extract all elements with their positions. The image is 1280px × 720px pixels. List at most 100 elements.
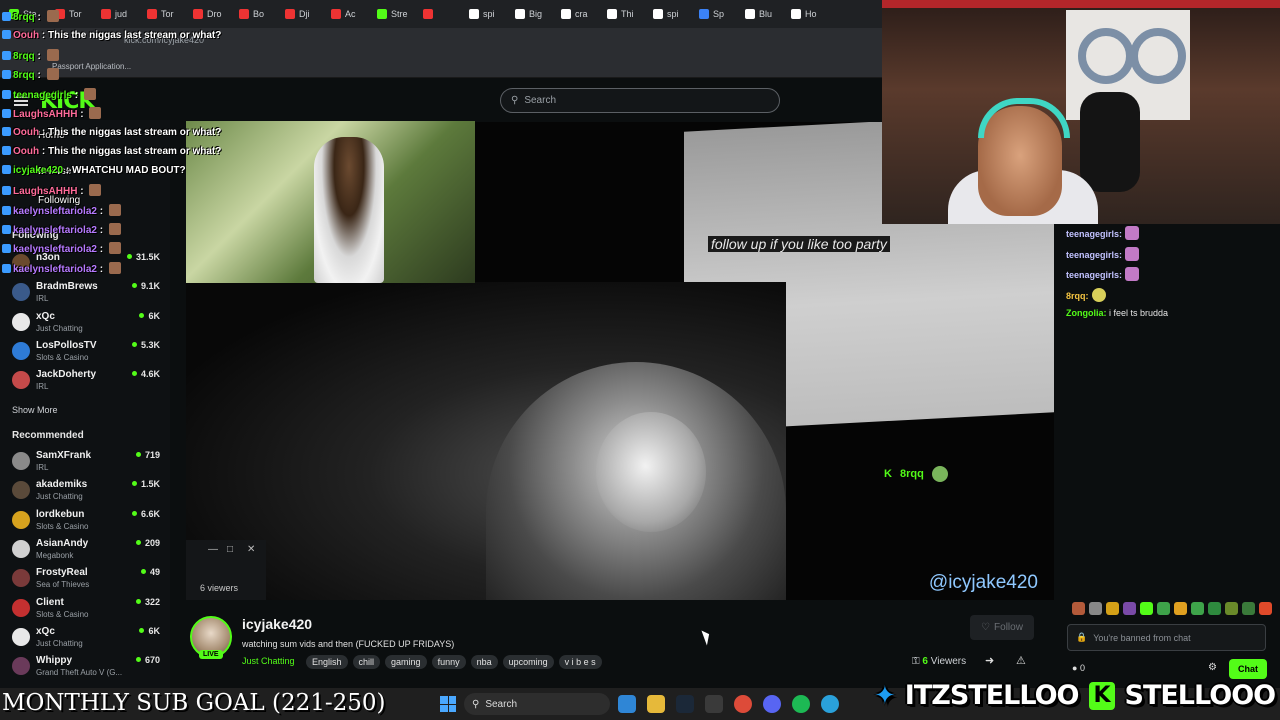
obs-icon[interactable]: [705, 695, 723, 713]
recommended-channel-item[interactable]: Client Slots & Casino 322: [10, 596, 160, 624]
browser-tab[interactable]: Ho: [786, 3, 830, 25]
channel-avatar: [12, 627, 30, 646]
emote-icon[interactable]: [1106, 602, 1119, 615]
chat-emote-icon: [1091, 287, 1106, 302]
chat-username[interactable]: teenagegirls:: [1066, 229, 1122, 239]
video-overlay-caption: follow up if you like too party: [708, 236, 890, 252]
show-more-link[interactable]: Show More: [12, 405, 58, 415]
overlay-separator: :: [39, 146, 48, 157]
browser-tab[interactable]: Ac: [326, 3, 370, 25]
emote-icon[interactable]: [1140, 602, 1153, 615]
chat-send-button[interactable]: Chat: [1229, 659, 1267, 679]
steam-icon[interactable]: [676, 695, 694, 713]
emote-icon[interactable]: [1242, 602, 1255, 615]
follow-button[interactable]: ♡ Follow: [970, 615, 1034, 640]
windows-start-icon[interactable]: [440, 696, 456, 712]
browser-tab[interactable]: Big: [510, 3, 554, 25]
chat-badge-icon: [2, 186, 11, 195]
stream-tag[interactable]: funny: [431, 655, 466, 669]
overlay-username: kaelynsleftariola2: [13, 244, 97, 255]
browser-tab[interactable]: spi: [464, 3, 508, 25]
minimize-icon[interactable]: —: [208, 544, 218, 555]
browser-tab[interactable]: Dji: [280, 3, 324, 25]
telegram-icon[interactable]: [821, 695, 839, 713]
stream-tag[interactable]: English: [306, 655, 348, 669]
browser-tab[interactable]: Blu: [740, 3, 784, 25]
browser-tab[interactable]: cra: [556, 3, 600, 25]
emote-icon[interactable]: [1157, 602, 1170, 615]
chat-input[interactable]: 🔒 You're banned from chat: [1067, 624, 1266, 651]
emote-icon[interactable]: [1225, 602, 1238, 615]
browser-tab[interactable]: spi: [648, 3, 692, 25]
edge-icon[interactable]: [618, 695, 636, 713]
report-icon[interactable]: ⚠: [1016, 654, 1026, 667]
recommended-channel-item[interactable]: Whippy Grand Theft Auto V (G... 670: [10, 654, 160, 682]
recommended-channel-item[interactable]: SamXFrank IRL 719: [10, 449, 160, 477]
overlay-chat-line: kaelynsleftariola2 :: [2, 204, 121, 217]
chat-badge-icon: [2, 30, 11, 39]
bookmark-item[interactable]: Passport Application...: [52, 62, 131, 71]
browser-tab[interactable]: jud: [96, 3, 140, 25]
share-icon[interactable]: ➜: [985, 654, 994, 667]
recommended-channel-item[interactable]: lordkebun Slots & Casino 6.6K: [10, 508, 160, 536]
taskbar-search[interactable]: ⚲ Search: [464, 693, 610, 715]
recommended-channel-item[interactable]: xQc Just Chatting 6K: [10, 625, 160, 653]
chat-emote-icon: [1125, 267, 1140, 281]
emote-icon[interactable]: [1208, 602, 1221, 615]
channel-name: lordkebun: [36, 508, 85, 520]
recommended-channel-item[interactable]: akademiks Just Chatting 1.5K: [10, 478, 160, 506]
browser-tab[interactable]: Tor: [142, 3, 186, 25]
overlay-chat-line: kaelynsleftariola2 :: [2, 262, 121, 275]
emote-icon[interactable]: [1174, 602, 1187, 615]
search-input[interactable]: ⚲ Search: [500, 88, 780, 113]
stream-tag[interactable]: upcoming: [502, 655, 554, 669]
close-icon[interactable]: ✕: [247, 544, 255, 555]
chat-username[interactable]: teenagegirls:: [1066, 250, 1122, 260]
browser-tab[interactable]: Sp: [694, 3, 738, 25]
channel-avatar: [12, 569, 30, 588]
streamer-name[interactable]: icyjake420: [242, 616, 312, 632]
following-channel-item[interactable]: LosPollosTV Slots & Casino 5.3K: [10, 339, 160, 367]
emote-icon[interactable]: [1259, 602, 1272, 615]
emote-icon[interactable]: [1072, 602, 1085, 615]
browser-tab[interactable]: [418, 3, 462, 25]
inset-video[interactable]: [186, 121, 475, 283]
overlay-username: Oouh: [13, 30, 40, 41]
stream-category[interactable]: Just Chatting: [242, 656, 295, 666]
maximize-icon[interactable]: □: [227, 544, 233, 555]
stream-tag[interactable]: chill: [352, 655, 381, 669]
chat-username[interactable]: teenagegirls:: [1066, 270, 1122, 280]
following-channel-item[interactable]: JackDoherty IRL 4.6K: [10, 368, 160, 396]
spotify-icon[interactable]: [792, 695, 810, 713]
browser-tab[interactable]: Dro: [188, 3, 232, 25]
chat-text: i feel ts brudda: [1106, 308, 1169, 318]
discord-icon[interactable]: [763, 695, 781, 713]
emote-icon[interactable]: [1123, 602, 1136, 615]
channel-avatar: [12, 371, 30, 390]
channel-category: IRL: [36, 294, 49, 304]
browser-tab[interactable]: Bo: [234, 3, 278, 25]
inset-person: [314, 137, 384, 283]
taskbar-search-label: Search: [485, 698, 518, 710]
following-channel-item[interactable]: BradmBrews IRL 9.1K: [10, 280, 160, 308]
gear-icon[interactable]: ⚙: [1208, 662, 1217, 673]
chat-username[interactable]: Zongolia:: [1066, 308, 1107, 318]
emote-icon[interactable]: [1089, 602, 1102, 615]
overlay-emote-icon: [46, 49, 59, 61]
browser-tab[interactable]: Thi: [602, 3, 646, 25]
stream-tag[interactable]: v i b e s: [558, 655, 602, 669]
mini-player-window[interactable]: — □ ✕ 6 viewers: [186, 540, 266, 600]
tab-favicon-icon: [147, 9, 157, 19]
chat-username[interactable]: 8rqq:: [1066, 291, 1089, 301]
bookmarks-bar: Passport Application...: [0, 54, 882, 78]
chrome-icon[interactable]: [734, 695, 752, 713]
recommended-channel-item[interactable]: AsianAndy Megabonk 209: [10, 537, 160, 565]
emote-icon[interactable]: [1191, 602, 1204, 615]
file-explorer-icon[interactable]: [647, 695, 665, 713]
overlay-text: This the niggas last stream or what?: [48, 30, 222, 41]
stream-tag[interactable]: nba: [470, 655, 498, 669]
following-channel-item[interactable]: xQc Just Chatting 6K: [10, 310, 160, 338]
browser-tab[interactable]: Stre: [372, 3, 416, 25]
recommended-channel-item[interactable]: FrostyReal Sea of Thieves 49: [10, 566, 160, 594]
stream-tag[interactable]: gaming: [385, 655, 427, 669]
